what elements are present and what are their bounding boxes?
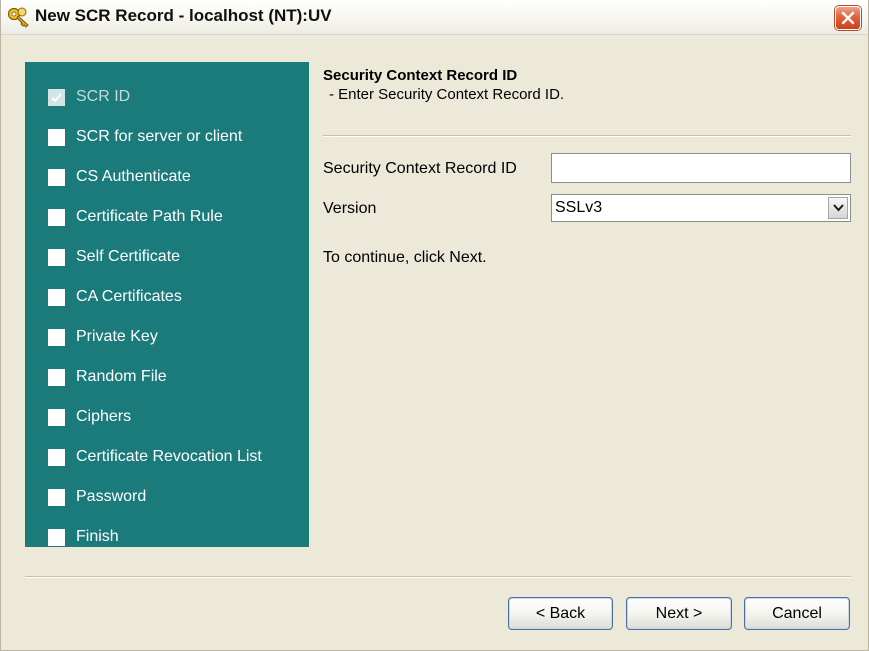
step-label: Random File — [76, 368, 167, 385]
version-selected-value: SSLv3 — [555, 199, 603, 216]
dialog-window: New SCR Record - localhost (NT):UV SCR I… — [0, 0, 869, 651]
step-label: Certificate Path Rule — [76, 208, 223, 225]
footer-divider — [25, 576, 851, 578]
step-checkbox — [48, 369, 65, 386]
step-checkbox — [48, 249, 65, 266]
version-select[interactable]: SSLv3 — [551, 194, 851, 222]
wizard-steps-sidebar: SCR ID SCR for server or client CS Authe… — [25, 62, 309, 547]
step-label: Password — [76, 488, 147, 505]
step-label: SCR ID — [76, 88, 131, 105]
step-label: Ciphers — [76, 408, 132, 425]
version-label: Version — [323, 200, 377, 217]
step-label: Self Certificate — [76, 248, 181, 265]
close-button[interactable] — [835, 6, 861, 30]
step-label: Finish — [76, 528, 119, 545]
step-checkbox — [48, 329, 65, 346]
scr-id-label: Security Context Record ID — [323, 160, 517, 177]
step-checkbox — [48, 289, 65, 306]
title-bar[interactable]: New SCR Record - localhost (NT):UV — [1, 0, 868, 35]
step-checkbox — [48, 209, 65, 226]
checkmark-icon — [51, 93, 62, 103]
step-label: Certificate Revocation List — [76, 448, 262, 465]
step-label: CA Certificates — [76, 288, 182, 305]
continue-instruction: To continue, click Next. — [323, 249, 487, 266]
close-icon — [841, 11, 855, 25]
window-title: New SCR Record - localhost (NT):UV — [35, 6, 332, 25]
chevron-down-icon — [833, 204, 844, 212]
cancel-button[interactable]: Cancel — [744, 597, 850, 630]
key-icon — [7, 6, 31, 28]
step-checkbox — [48, 529, 65, 546]
step-label: CS Authenticate — [76, 168, 191, 185]
dropdown-button[interactable] — [828, 197, 848, 219]
step-checkbox — [48, 169, 65, 186]
panel-title: Security Context Record ID — [323, 67, 518, 84]
next-button[interactable]: Next > — [626, 597, 732, 630]
scr-id-input[interactable] — [551, 153, 851, 183]
back-button[interactable]: < Back — [508, 597, 613, 630]
step-label: SCR for server or client — [76, 128, 243, 145]
step-checkbox — [48, 489, 65, 506]
header-divider — [323, 135, 851, 137]
step-checkbox — [48, 129, 65, 146]
step-checkbox — [48, 409, 65, 426]
step-checkbox — [48, 449, 65, 466]
panel-subtitle: - Enter Security Context Record ID. — [329, 86, 565, 103]
step-label: Private Key — [76, 328, 158, 345]
step-checkbox — [48, 89, 65, 106]
